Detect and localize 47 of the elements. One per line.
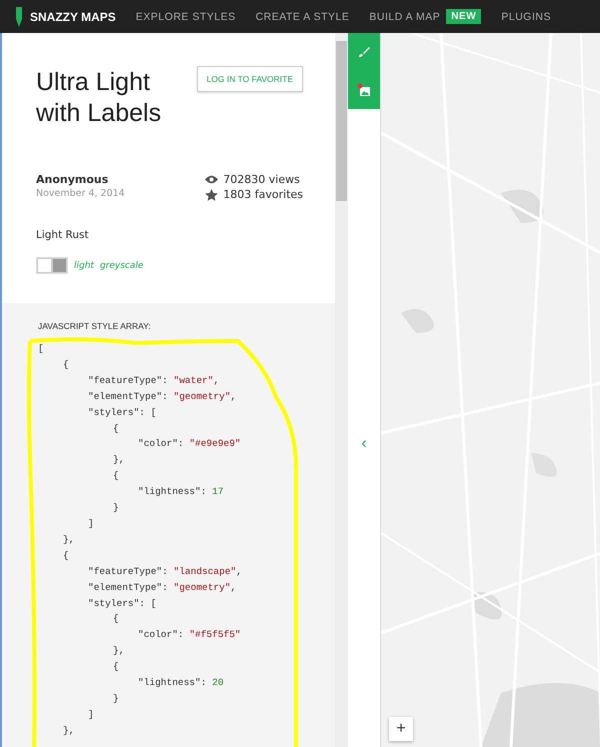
scrollbar[interactable] [335,33,348,747]
code-line: ] [87,516,95,531]
code-line: "color": "#e9e9e9" [137,437,242,452]
nav-link[interactable]: BUILD A MAP [369,10,440,22]
nav-link[interactable]: EXPLORE STYLES [136,10,236,22]
code-line: "featureType": "water", [87,374,220,388]
code-line: } [112,692,120,706]
star-icon [205,188,218,200]
code-line: "elementType": "geometry", [87,580,238,595]
logo-text[interactable]: SNAZZY MAPS [30,10,116,24]
favorites-count: 1803 favorites [223,188,303,201]
brush-button[interactable] [348,33,380,71]
image-button[interactable] [348,71,380,109]
code-line: } [112,501,120,516]
code-line: }, [62,724,76,738]
code-line: "stylers": [ [87,406,158,420]
code-line: }, [62,532,76,547]
eye-icon [205,175,218,184]
style-title: Ultra Light with Labels [36,67,162,129]
code-line: "lightness": 17 [137,485,225,500]
new-badge: NEW [446,9,482,24]
code-line: [ [38,342,45,356]
code-line: { [112,469,120,484]
code-line: { [112,612,120,626]
date-text: November 4, 2014 [36,188,125,199]
code-line: { [112,422,120,436]
nav-link[interactable]: CREATE A STYLE [256,10,350,22]
palette-name: Light Rust [36,229,90,241]
nav-link[interactable]: PLUGINS [501,10,551,22]
brush-icon [358,46,370,58]
code-line: "featureType": "landscape", [87,564,243,579]
code-line: { [112,660,120,674]
code-line: }, [112,644,126,658]
image-icon [357,83,371,97]
code-line: "color": "#f5f5f5" [137,628,242,642]
author-name: Anonymous [36,173,110,186]
section-label: JAVASCRIPT STYLE ARRAY: [38,321,152,331]
code-line: ] [87,708,95,722]
code-line: }, [112,453,126,468]
code-line: { [62,548,70,563]
zoom-in-button[interactable]: + [389,717,413,741]
views-count: 702830 views [223,173,300,186]
pin-icon [14,6,24,26]
code-line: { [62,358,70,372]
code-line: "stylers": [ [87,596,158,610]
code-line: "lightness": 20 [137,676,225,690]
code-line: "elementType": "geometry", [87,390,238,404]
